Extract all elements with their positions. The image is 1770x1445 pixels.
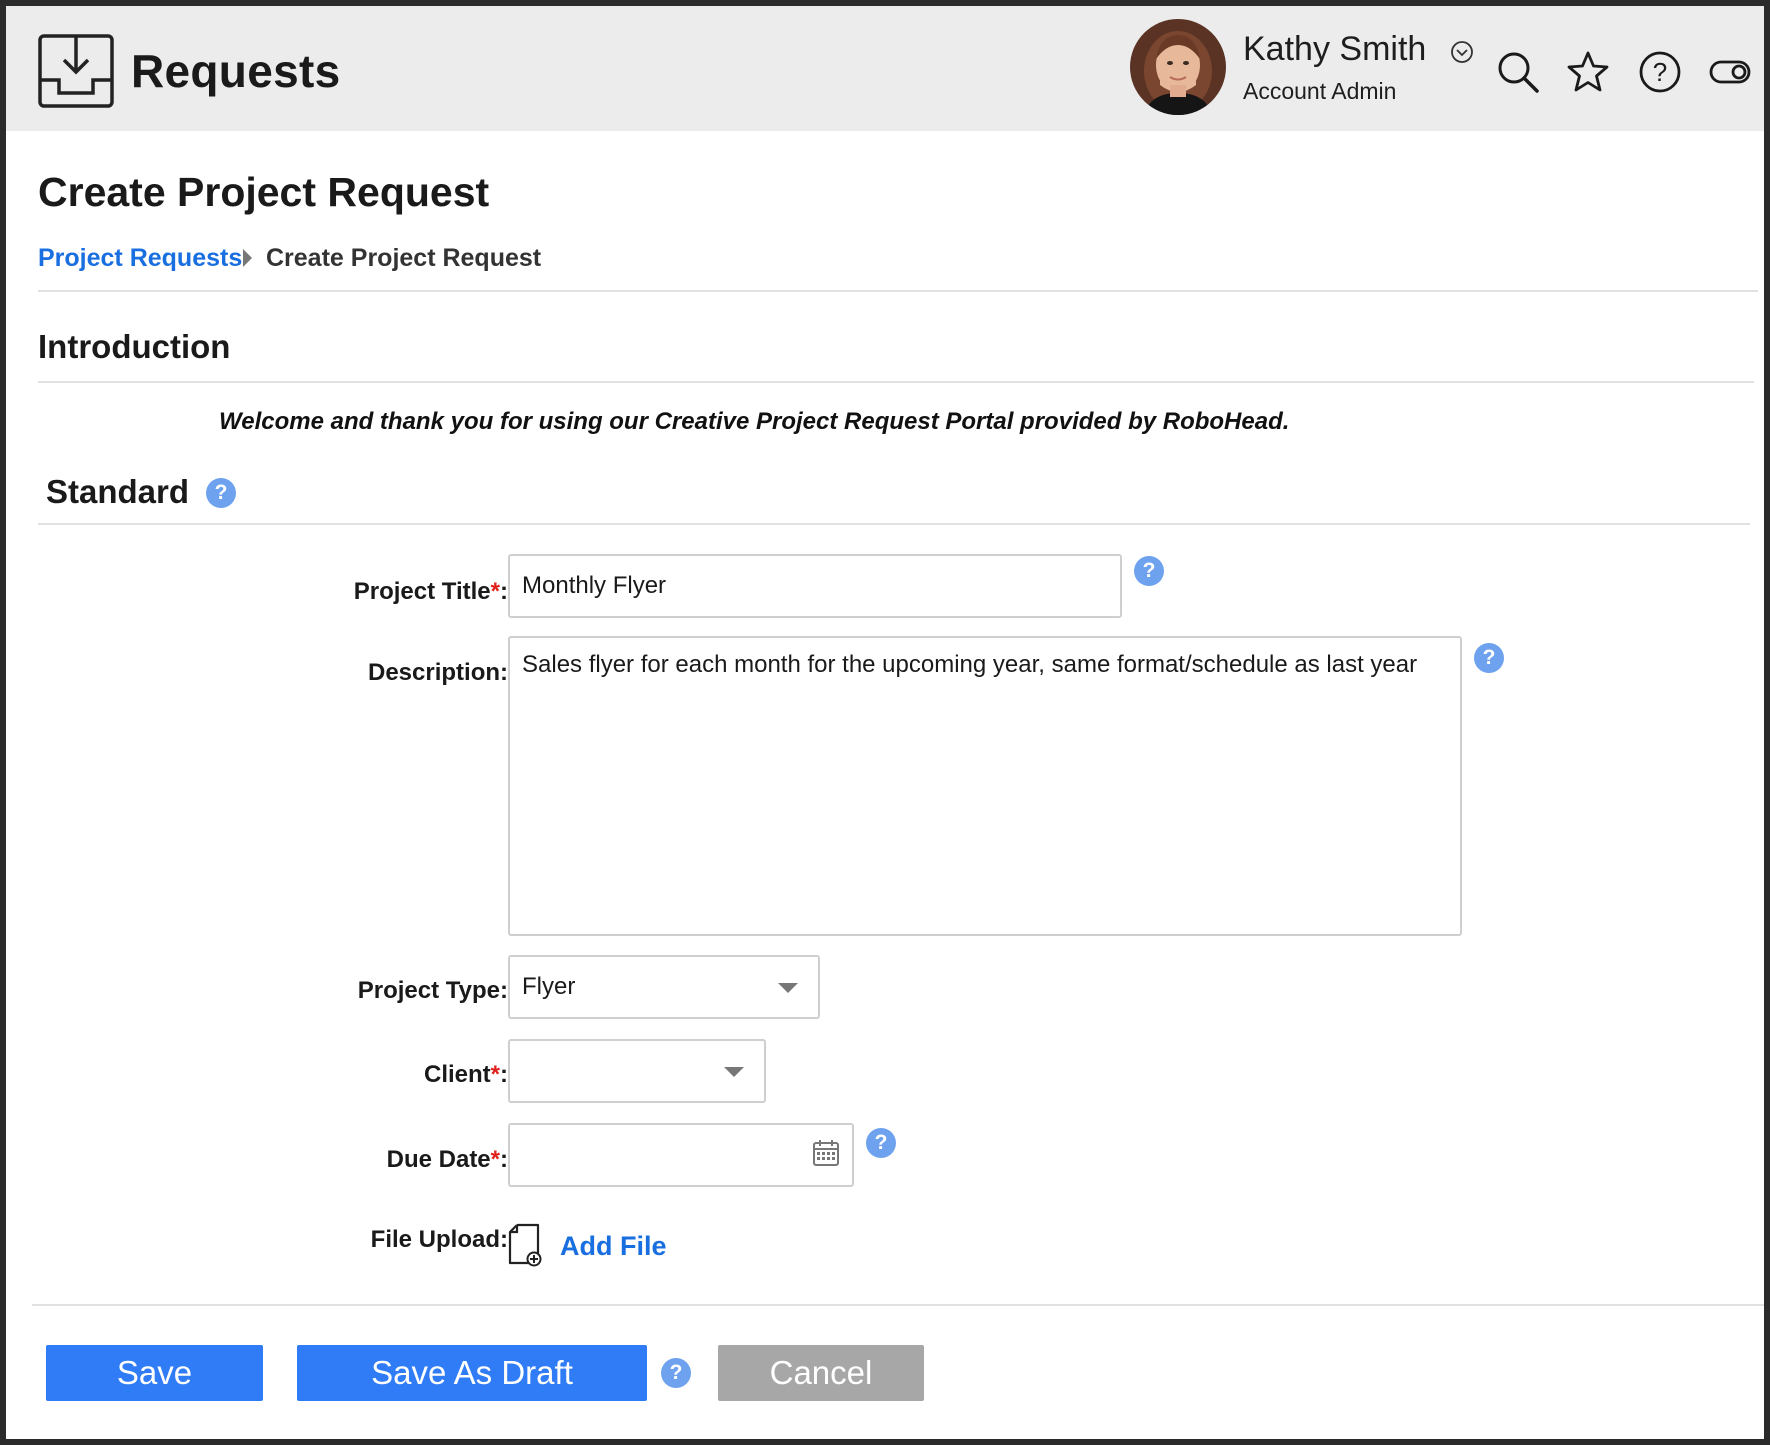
project-title-label: Project Title*: — [353, 578, 508, 605]
page-title: Create Project Request — [38, 169, 490, 215]
breadcrumb-separator-icon — [243, 249, 252, 267]
help-circle-icon[interactable]: ? — [1638, 50, 1682, 94]
star-icon[interactable] — [1566, 50, 1610, 94]
calendar-icon[interactable] — [812, 1139, 840, 1167]
introduction-heading: Introduction — [38, 328, 231, 365]
cancel-button[interactable]: Cancel — [718, 1345, 924, 1401]
save-as-draft-button[interactable]: Save As Draft — [297, 1345, 647, 1401]
avatar[interactable] — [1130, 19, 1226, 115]
toggle-icon[interactable] — [1708, 50, 1752, 94]
due-date-input[interactable] — [508, 1123, 854, 1187]
project-type-label: Project Type: — [357, 977, 508, 1004]
add-file-link[interactable]: Add File — [560, 1231, 667, 1262]
project-title-help-icon[interactable]: ? — [1134, 556, 1164, 586]
description-label: Description: — [367, 659, 508, 686]
user-name[interactable]: Kathy Smith — [1243, 30, 1426, 69]
intro-text: Welcome and thank you for using our Crea… — [219, 408, 1290, 435]
chevron-down-circle-icon[interactable] — [1450, 40, 1474, 64]
dropdown-caret-icon — [778, 983, 798, 993]
due-date-help-icon[interactable]: ? — [866, 1128, 896, 1158]
app-window: Requests Kathy Smith Account Admin ? Cre… — [6, 6, 1764, 1439]
project-title-input[interactable] — [508, 554, 1122, 618]
app-title: Requests — [131, 45, 341, 97]
search-icon[interactable] — [1496, 50, 1540, 94]
help-icon[interactable]: ? — [206, 478, 236, 508]
client-label: Client*: — [423, 1061, 508, 1088]
add-file-icon[interactable] — [508, 1223, 542, 1267]
divider — [32, 1304, 1764, 1306]
due-date-label: Due Date*: — [386, 1146, 508, 1173]
divider — [38, 381, 1754, 383]
description-help-icon[interactable]: ? — [1474, 643, 1504, 673]
project-type-select[interactable]: Flyer — [508, 955, 820, 1019]
breadcrumb-parent-link[interactable]: Project Requests — [38, 244, 242, 273]
inbox-download-icon — [38, 34, 114, 108]
top-bar: Requests Kathy Smith Account Admin ? — [6, 6, 1764, 131]
save-button[interactable]: Save — [46, 1345, 263, 1401]
divider — [38, 290, 1758, 292]
file-upload-label: File Upload: — [370, 1226, 508, 1253]
breadcrumb-current: Create Project Request — [266, 244, 542, 272]
standard-heading: Standard — [46, 473, 190, 510]
client-select[interactable] — [508, 1039, 766, 1103]
svg-text:?: ? — [1653, 57, 1667, 87]
user-role: Account Admin — [1243, 78, 1397, 104]
project-type-value: Flyer — [522, 973, 576, 1000]
description-textarea[interactable]: Sales flyer for each month for the upcom… — [508, 636, 1462, 936]
dropdown-caret-icon — [724, 1067, 744, 1077]
save-draft-help-icon[interactable]: ? — [661, 1358, 691, 1388]
divider — [38, 523, 1750, 525]
